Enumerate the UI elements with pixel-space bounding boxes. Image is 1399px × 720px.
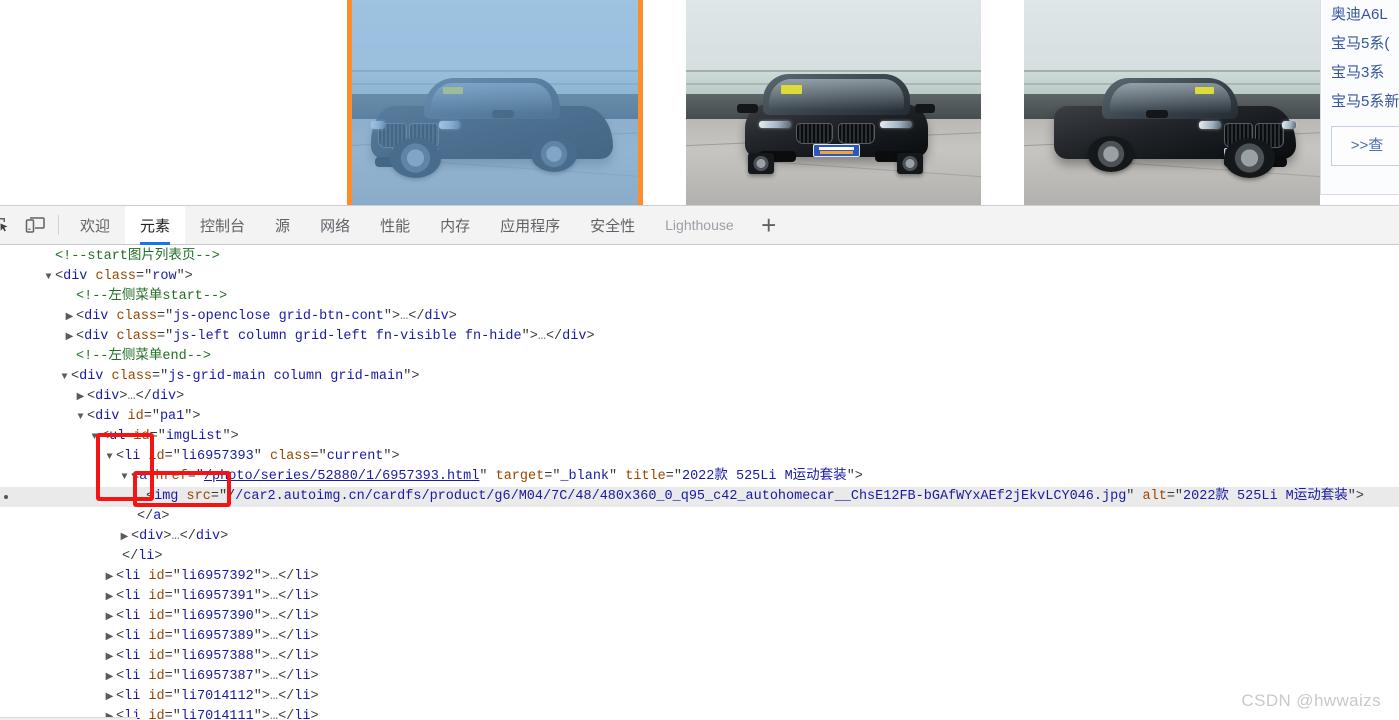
dom-row[interactable]: <li id="li7014112">…</li> [0,687,1399,707]
sidebar-link-2[interactable]: 宝马3系 [1331,58,1399,87]
sidebar-link-1[interactable]: 宝马5系( [1331,29,1399,58]
dom-row[interactable]: <!--start图片列表页--> [0,247,1399,267]
disclosure-triangle[interactable] [58,368,71,388]
dom-row[interactable]: <!--左侧菜单start--> [0,287,1399,307]
tab-elements[interactable]: 元素 [125,206,185,244]
devtools-panel: 欢迎 元素 控制台 源 网络 性能 内存 应用程序 安全性 Lighthouse… [0,205,1399,719]
dom-row[interactable]: <div>…</div> [0,527,1399,547]
devtools-tab-strip: 欢迎 元素 控制台 源 网络 性能 内存 应用程序 安全性 Lighthouse… [65,206,1399,244]
browser-viewport: 奥迪A6L 宝马5系( 宝马3系 宝马5系新 >>查 [0,0,1399,205]
tab-performance[interactable]: 性能 [365,206,425,244]
inspect-element-icon[interactable] [0,206,18,244]
tab-console[interactable]: 控制台 [185,206,260,244]
disclosure-triangle[interactable] [103,608,116,628]
dom-row[interactable]: <div class="js-grid-main column grid-mai… [0,367,1399,387]
car-photo-front-three-quarter-right [1024,0,1320,205]
dom-row[interactable]: <li id="li6957391">…</li> [0,587,1399,607]
gallery-thumbnail-1[interactable] [347,0,643,205]
disclosure-triangle[interactable] [103,588,116,608]
car-photo-front-three-quarter-left [347,0,643,205]
dom-row[interactable]: <img src="//car2.autoimg.cn/cardfs/produ… [0,487,1399,507]
sidebar-view-more-button[interactable]: >>查 [1331,126,1399,166]
gallery-thumbnail-2[interactable] [686,0,982,205]
disclosure-triangle[interactable] [74,408,87,428]
watermark: CSDN @hwwaizs [1241,691,1381,711]
dom-row[interactable]: <!--左侧菜单end--> [0,347,1399,367]
tab-security[interactable]: 安全性 [575,206,650,244]
dom-row[interactable]: <li id="li6957393" class="current"> [0,447,1399,467]
disclosure-triangle[interactable] [118,528,131,548]
image-gallery [0,0,1320,205]
inspector-margin-bar-left [347,0,352,205]
tab-network[interactable]: 网络 [305,206,365,244]
disclosure-triangle[interactable] [88,428,101,448]
dom-row[interactable]: <ul id="imgList"> [0,427,1399,447]
dom-row[interactable]: <li id="li6957389">…</li> [0,627,1399,647]
gallery-thumbnail-3[interactable] [1024,0,1320,205]
device-toolbar-icon[interactable] [18,206,52,244]
disclosure-triangle[interactable] [103,448,116,468]
tab-sources[interactable]: 源 [260,206,305,244]
dom-row[interactable]: <a href="/photo/series/52880/1/6957393.h… [0,467,1399,487]
disclosure-triangle[interactable] [103,668,116,688]
dom-row[interactable]: <div class="js-left column grid-left fn-… [0,327,1399,347]
dom-tree[interactable]: <!--start图片列表页--><div class="row"><!--左侧… [0,245,1399,720]
tab-memory[interactable]: 内存 [425,206,485,244]
dom-row[interactable]: <li id="li6957390">…</li> [0,607,1399,627]
tab-lighthouse[interactable]: Lighthouse [650,206,749,244]
toolbar-divider [58,215,59,235]
dom-row[interactable]: </a> [0,507,1399,527]
disclosure-triangle[interactable] [63,328,76,348]
dom-row[interactable]: <div class="row"> [0,267,1399,287]
dom-row[interactable]: <div class="js-openclose grid-btn-cont">… [0,307,1399,327]
sidebar-link-3[interactable]: 宝马5系新 [1331,87,1399,116]
disclosure-triangle[interactable] [103,568,116,588]
disclosure-triangle[interactable] [103,648,116,668]
dom-row[interactable]: <li id="li6957388">…</li> [0,647,1399,667]
car-photo-front [686,0,982,205]
more-tabs-button[interactable]: + [749,206,789,244]
devtools-toolbar: 欢迎 元素 控制台 源 网络 性能 内存 应用程序 安全性 Lighthouse… [0,206,1399,245]
disclosure-triangle[interactable] [42,268,55,288]
dom-row[interactable]: <li id="li6957387">…</li> [0,667,1399,687]
disclosure-triangle[interactable] [118,468,131,488]
dom-row[interactable]: </li> [0,547,1399,567]
tab-welcome[interactable]: 欢迎 [65,206,125,244]
disclosure-triangle[interactable] [63,308,76,328]
sidebar-link-0[interactable]: 奥迪A6L [1331,0,1399,29]
page-right-sidebar: 奥迪A6L 宝马5系( 宝马3系 宝马5系新 >>查 [1320,0,1399,195]
dom-row[interactable]: <div id="pa1"> [0,407,1399,427]
dom-row[interactable]: <li id="li7014111">…</li> [0,707,1399,720]
dom-row[interactable]: <li id="li6957392">…</li> [0,567,1399,587]
disclosure-triangle[interactable] [103,688,116,708]
disclosure-triangle[interactable] [74,388,87,408]
disclosure-triangle[interactable] [103,628,116,648]
dom-row[interactable]: <div>…</div> [0,387,1399,407]
tab-application[interactable]: 应用程序 [485,206,575,244]
inspector-margin-bar-right [638,0,643,205]
